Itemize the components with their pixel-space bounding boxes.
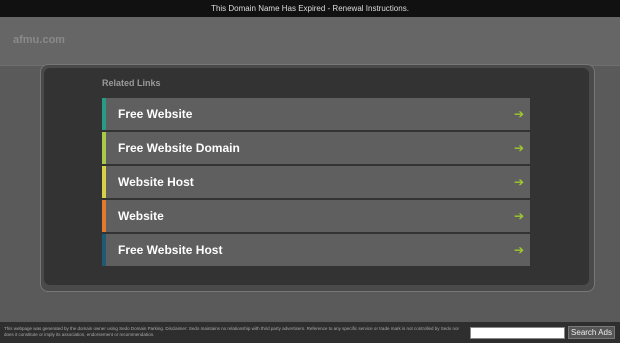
- related-link-label: Free Website Host: [118, 243, 223, 257]
- header: afmu.com: [0, 17, 620, 66]
- footer: This webpage was generated by the domain…: [0, 322, 620, 343]
- related-link-website[interactable]: Website ➔: [102, 200, 530, 232]
- arrow-right-icon: ➔: [513, 141, 524, 155]
- related-link-website-host[interactable]: Website Host ➔: [102, 166, 530, 198]
- related-link-label: Free Website: [118, 107, 193, 121]
- arrow-right-icon: ➔: [513, 107, 524, 121]
- arrow-right-icon: ➔: [513, 175, 524, 189]
- related-links-list: Free Website ➔ Free Website Domain ➔ Web…: [102, 98, 530, 268]
- expired-notice-bar: This Domain Name Has Expired - Renewal I…: [0, 0, 620, 17]
- related-link-free-website-domain[interactable]: Free Website Domain ➔: [102, 132, 530, 164]
- related-heading: Related Links: [102, 78, 161, 88]
- search-ads-input[interactable]: [470, 327, 565, 339]
- arrow-right-icon: ➔: [513, 209, 524, 223]
- renewal-instructions-link[interactable]: This Domain Name Has Expired - Renewal I…: [211, 4, 409, 13]
- arrow-right-icon: ➔: [513, 243, 524, 257]
- site-domain: afmu.com: [13, 34, 65, 46]
- related-link-label: Website Host: [118, 175, 194, 189]
- search-ads-button[interactable]: Search Ads: [568, 326, 615, 339]
- related-link-free-website-host[interactable]: Free Website Host ➔: [102, 234, 530, 266]
- disclaimer-text: This webpage was generated by the domain…: [4, 326, 459, 337]
- related-link-free-website[interactable]: Free Website ➔: [102, 98, 530, 130]
- related-link-label: Free Website Domain: [118, 141, 240, 155]
- related-link-label: Website: [118, 209, 164, 223]
